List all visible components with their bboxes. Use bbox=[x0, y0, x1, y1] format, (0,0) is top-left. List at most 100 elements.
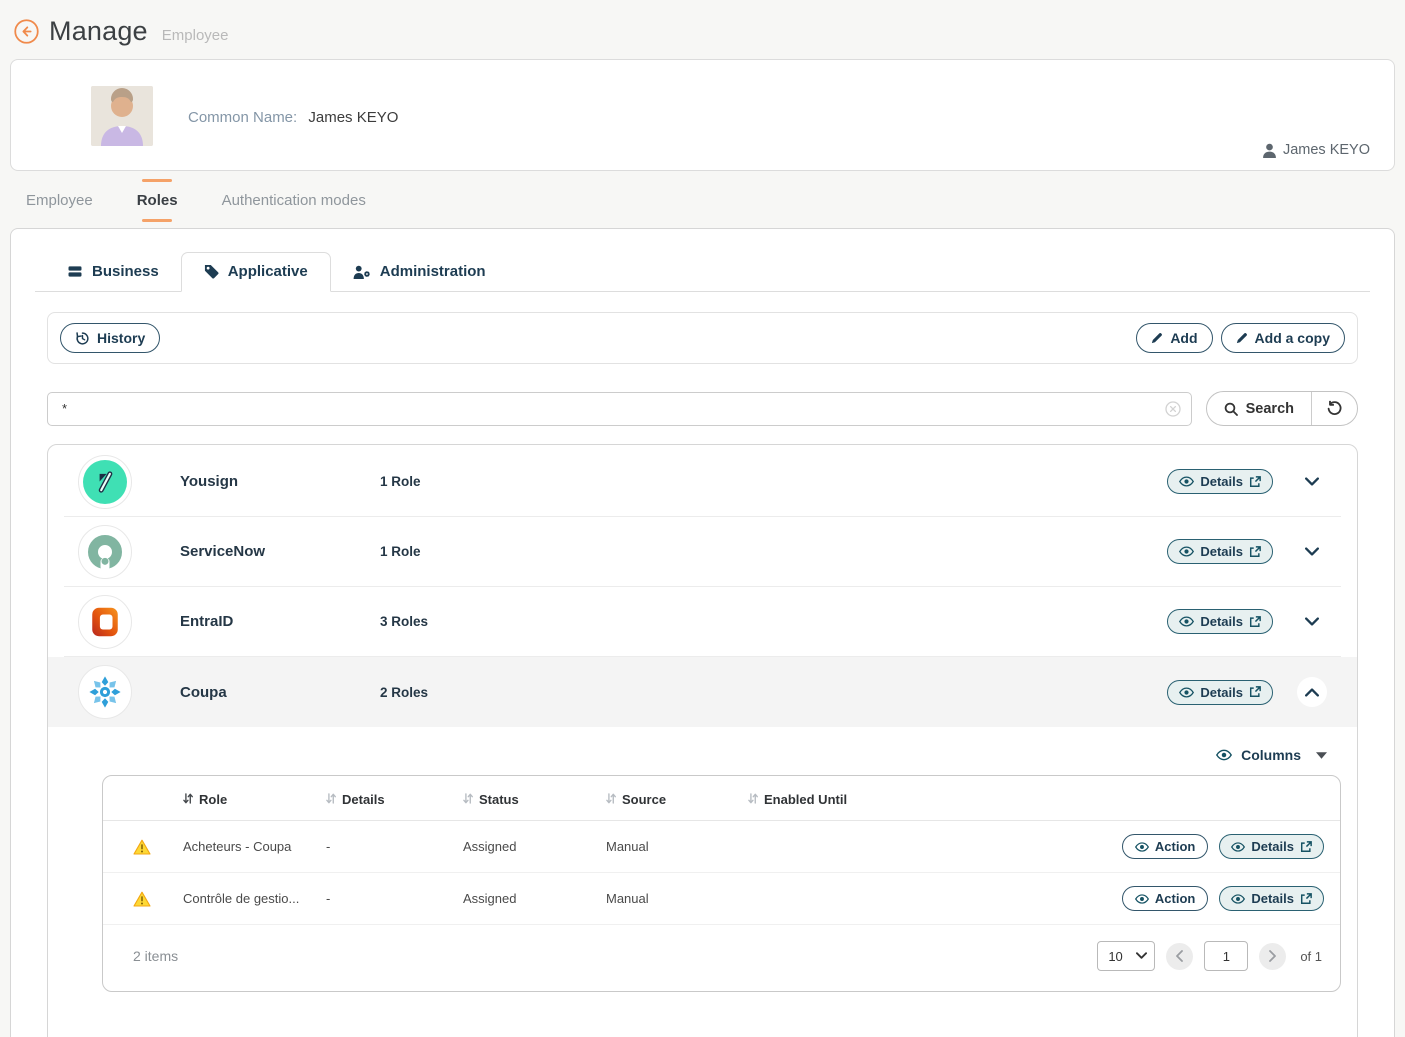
page-of-label: of 1 bbox=[1300, 949, 1322, 964]
add-button[interactable]: Add bbox=[1136, 323, 1212, 353]
avatar bbox=[91, 86, 153, 146]
app-row-entraid[interactable]: EntraID 3 Roles Details bbox=[64, 587, 1341, 657]
coupa-roles-section: Columns Role bbox=[48, 727, 1357, 992]
search-button[interactable]: Search bbox=[1207, 392, 1312, 425]
eye-icon bbox=[1216, 749, 1232, 761]
search-label: Search bbox=[1246, 401, 1294, 417]
servicenow-logo-icon bbox=[78, 525, 132, 579]
subtab-applicative-label: Applicative bbox=[228, 263, 308, 280]
add-label: Add bbox=[1170, 330, 1197, 346]
tab-roles[interactable]: Roles bbox=[135, 177, 180, 224]
applications-panel: Yousign 1 Role Details bbox=[47, 444, 1358, 1037]
subtab-applicative[interactable]: Applicative bbox=[181, 252, 331, 292]
entraid-logo-icon bbox=[78, 595, 132, 649]
cell-status: Assigned bbox=[463, 839, 606, 854]
chevron-down-icon[interactable] bbox=[1297, 467, 1327, 497]
history-button[interactable]: History bbox=[60, 323, 160, 353]
clear-search-icon[interactable] bbox=[1165, 401, 1181, 422]
cell-details: - bbox=[326, 891, 463, 906]
app-details-button[interactable]: Details bbox=[1167, 609, 1273, 634]
back-icon[interactable] bbox=[14, 19, 39, 44]
eye-icon bbox=[1135, 894, 1149, 904]
app-details-button[interactable]: Details bbox=[1167, 539, 1273, 564]
search-button-group: Search bbox=[1206, 391, 1358, 426]
coupa-logo-icon bbox=[78, 665, 132, 719]
pagination: 10 of 1 bbox=[1097, 941, 1322, 971]
table-row: Acheteurs - Coupa - Assigned Manual Acti… bbox=[103, 821, 1340, 873]
tab-employee[interactable]: Employee bbox=[24, 177, 95, 224]
tab-authentication-modes[interactable]: Authentication modes bbox=[220, 177, 368, 224]
app-details-button[interactable]: Details bbox=[1167, 680, 1273, 705]
yousign-logo-icon bbox=[78, 455, 132, 509]
search-row: Search bbox=[47, 391, 1358, 426]
items-count: 2 items bbox=[133, 948, 178, 964]
sort-icon bbox=[463, 792, 473, 807]
chevron-up-icon[interactable] bbox=[1297, 677, 1327, 707]
app-role-count: 1 Role bbox=[380, 544, 421, 559]
app-row-coupa[interactable]: Coupa 2 Roles Details bbox=[48, 657, 1357, 727]
page-size-select[interactable]: 10 bbox=[1097, 941, 1155, 971]
add-copy-label: Add a copy bbox=[1255, 330, 1330, 346]
table-row: Contrôle de gestio... - Assigned Manual … bbox=[103, 873, 1340, 925]
row-details-button[interactable]: Details bbox=[1219, 834, 1324, 859]
common-name-value: James KEYO bbox=[308, 109, 398, 126]
sort-icon bbox=[606, 792, 616, 807]
action-button[interactable]: Action bbox=[1122, 834, 1208, 859]
column-label: Status bbox=[479, 792, 519, 807]
next-page-button[interactable] bbox=[1259, 943, 1286, 970]
page-title: Manage bbox=[49, 16, 148, 47]
column-label: Role bbox=[199, 792, 227, 807]
column-header-role[interactable]: Role bbox=[183, 792, 326, 807]
chevron-down-icon[interactable] bbox=[1297, 537, 1327, 567]
app-name: Coupa bbox=[180, 684, 380, 701]
app-role-count: 1 Role bbox=[380, 474, 421, 489]
page-number-input[interactable] bbox=[1204, 941, 1248, 971]
eye-icon bbox=[1179, 476, 1194, 487]
external-link-icon bbox=[1300, 893, 1312, 905]
sort-icon bbox=[183, 792, 193, 807]
previous-page-button[interactable] bbox=[1166, 943, 1193, 970]
search-input-wrap bbox=[47, 392, 1192, 426]
reset-icon bbox=[1326, 400, 1343, 417]
reset-search-button[interactable] bbox=[1312, 392, 1357, 425]
app-row-servicenow[interactable]: ServiceNow 1 Role Details bbox=[64, 517, 1341, 587]
column-header-status[interactable]: Status bbox=[463, 792, 606, 807]
column-header-details[interactable]: Details bbox=[326, 792, 463, 807]
caret-down-icon bbox=[1316, 752, 1327, 759]
table-footer: 2 items 10 bbox=[103, 925, 1340, 991]
app-details-label: Details bbox=[1200, 614, 1243, 629]
external-link-icon bbox=[1249, 616, 1261, 628]
layers-icon bbox=[67, 265, 83, 278]
column-label: Source bbox=[622, 792, 666, 807]
row-details-label: Details bbox=[1251, 839, 1294, 854]
search-input[interactable] bbox=[47, 392, 1192, 426]
row-details-button[interactable]: Details bbox=[1219, 886, 1324, 911]
history-icon bbox=[75, 331, 90, 346]
column-label: Details bbox=[342, 792, 385, 807]
chevron-down-icon[interactable] bbox=[1297, 607, 1327, 637]
subtab-business[interactable]: Business bbox=[45, 252, 181, 292]
sort-icon bbox=[326, 792, 336, 807]
eye-icon bbox=[1179, 616, 1194, 627]
subtab-administration[interactable]: Administration bbox=[331, 252, 508, 292]
app-details-label: Details bbox=[1200, 474, 1243, 489]
app-role-count: 2 Roles bbox=[380, 685, 428, 700]
app-details-button[interactable]: Details bbox=[1167, 469, 1273, 494]
column-label: Enabled Until bbox=[764, 792, 847, 807]
column-header-source[interactable]: Source bbox=[606, 792, 748, 807]
topbar: Manage Employee bbox=[0, 0, 1405, 57]
action-button[interactable]: Action bbox=[1122, 886, 1208, 911]
app-details-label: Details bbox=[1200, 685, 1243, 700]
tag-icon bbox=[204, 264, 219, 279]
eye-icon bbox=[1179, 546, 1194, 557]
column-header-enabled-until[interactable]: Enabled Until bbox=[748, 792, 1340, 807]
main-tabs: Employee Roles Authentication modes bbox=[0, 171, 1405, 224]
roles-table: Role Details Status bbox=[102, 775, 1341, 992]
subtab-business-label: Business bbox=[92, 263, 159, 280]
columns-dropdown[interactable]: Columns bbox=[48, 727, 1357, 763]
cell-role: Acheteurs - Coupa bbox=[183, 839, 326, 854]
add-copy-button[interactable]: Add a copy bbox=[1221, 323, 1345, 353]
app-row-yousign[interactable]: Yousign 1 Role Details bbox=[64, 447, 1341, 517]
app-role-count: 3 Roles bbox=[380, 614, 428, 629]
action-label: Action bbox=[1155, 891, 1195, 906]
